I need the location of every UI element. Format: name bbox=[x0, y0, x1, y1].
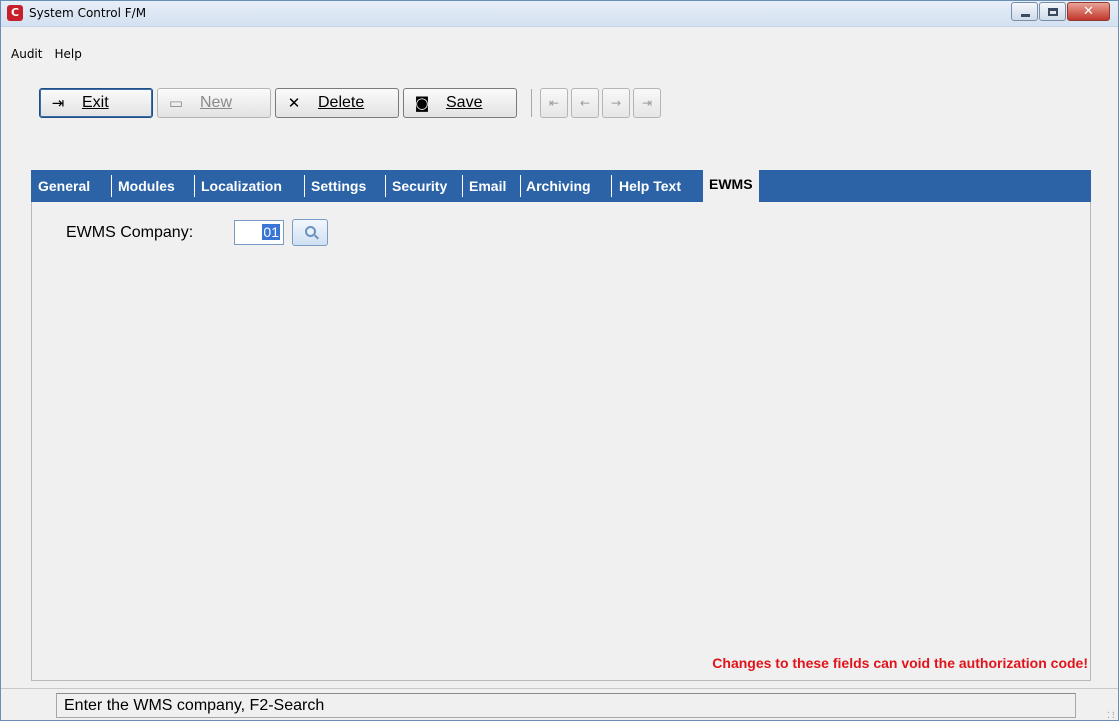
exit-icon: ⇥ bbox=[51, 94, 65, 112]
minimize-icon bbox=[1021, 14, 1030, 17]
tab-divider bbox=[194, 175, 195, 197]
maximize-icon bbox=[1048, 8, 1058, 16]
delete-button[interactable]: ✕ Delete bbox=[275, 88, 399, 118]
app-icon: C bbox=[7, 5, 23, 21]
delete-icon: ✕ bbox=[287, 94, 301, 112]
save-button[interactable]: ◙ Save bbox=[403, 88, 517, 118]
menu-audit[interactable]: Audit bbox=[11, 47, 42, 61]
tab-settings[interactable]: Settings bbox=[311, 176, 366, 196]
ewms-company-input[interactable]: 01 bbox=[234, 220, 284, 245]
tab-divider bbox=[611, 175, 612, 197]
tab-divider bbox=[304, 175, 305, 197]
title-bar[interactable]: C System Control F/M ✕ bbox=[1, 1, 1118, 27]
ewms-company-label: EWMS Company: bbox=[66, 224, 194, 241]
delete-label: Delete bbox=[318, 94, 365, 111]
tab-security[interactable]: Security bbox=[392, 176, 447, 196]
exit-label: Exit bbox=[82, 94, 109, 111]
window-controls: ✕ bbox=[1010, 2, 1110, 21]
last-record-button[interactable]: ⇥ bbox=[633, 88, 661, 118]
minimize-button[interactable] bbox=[1011, 2, 1038, 21]
new-icon: ▭ bbox=[168, 94, 184, 112]
tab-general[interactable]: General bbox=[38, 176, 90, 196]
next-record-icon: → bbox=[610, 96, 622, 110]
tab-strip: General Modules Localization Settings Se… bbox=[31, 170, 1091, 202]
previous-record-icon: ← bbox=[579, 96, 591, 110]
close-icon: ✕ bbox=[1083, 4, 1094, 19]
toolbar: ⇥ Exit ▭ New ✕ Delete ◙ Save ⇤ ← → ⇥ bbox=[39, 88, 664, 118]
app-window: C System Control F/M ✕ Audit Help ⇥ Exit… bbox=[0, 0, 1119, 721]
search-icon-handle bbox=[314, 234, 319, 240]
tab-help-text[interactable]: Help Text bbox=[619, 176, 681, 196]
resize-grip-icon[interactable]: ...: bbox=[1106, 707, 1116, 720]
last-record-icon: ⇥ bbox=[641, 96, 653, 110]
new-label: New bbox=[200, 94, 233, 111]
tab-modules[interactable]: Modules bbox=[118, 176, 175, 196]
exit-button[interactable]: ⇥ Exit bbox=[39, 88, 153, 118]
tab-divider bbox=[520, 175, 521, 197]
tab-content-panel bbox=[31, 202, 1091, 681]
menu-bar: Audit Help bbox=[11, 47, 82, 61]
toolbar-separator bbox=[531, 89, 532, 117]
first-record-button[interactable]: ⇤ bbox=[540, 88, 568, 118]
tab-divider bbox=[385, 175, 386, 197]
save-label: Save bbox=[446, 94, 483, 111]
tab-ewms[interactable]: EWMS bbox=[703, 170, 759, 202]
menu-help[interactable]: Help bbox=[54, 47, 81, 61]
status-message: Enter the WMS company, F2-Search bbox=[56, 693, 1076, 718]
new-button[interactable]: ▭ New bbox=[157, 88, 271, 118]
window-title: System Control F/M bbox=[29, 6, 147, 20]
authorization-warning: Changes to these fields can void the aut… bbox=[712, 655, 1088, 671]
tab-email[interactable]: Email bbox=[469, 176, 506, 196]
close-button[interactable]: ✕ bbox=[1067, 2, 1110, 21]
next-record-button[interactable]: → bbox=[602, 88, 630, 118]
ewms-company-value: 01 bbox=[262, 224, 280, 240]
status-bar: Enter the WMS company, F2-Search ...: bbox=[1, 688, 1118, 720]
tab-divider bbox=[462, 175, 463, 197]
first-record-icon: ⇤ bbox=[548, 96, 560, 110]
maximize-button[interactable] bbox=[1039, 2, 1066, 21]
ewms-company-search-button[interactable] bbox=[292, 219, 328, 246]
save-icon: ◙ bbox=[414, 94, 430, 112]
previous-record-button[interactable]: ← bbox=[571, 88, 599, 118]
tab-archiving[interactable]: Archiving bbox=[526, 176, 591, 196]
tab-localization[interactable]: Localization bbox=[201, 176, 282, 196]
tab-divider bbox=[111, 175, 112, 197]
